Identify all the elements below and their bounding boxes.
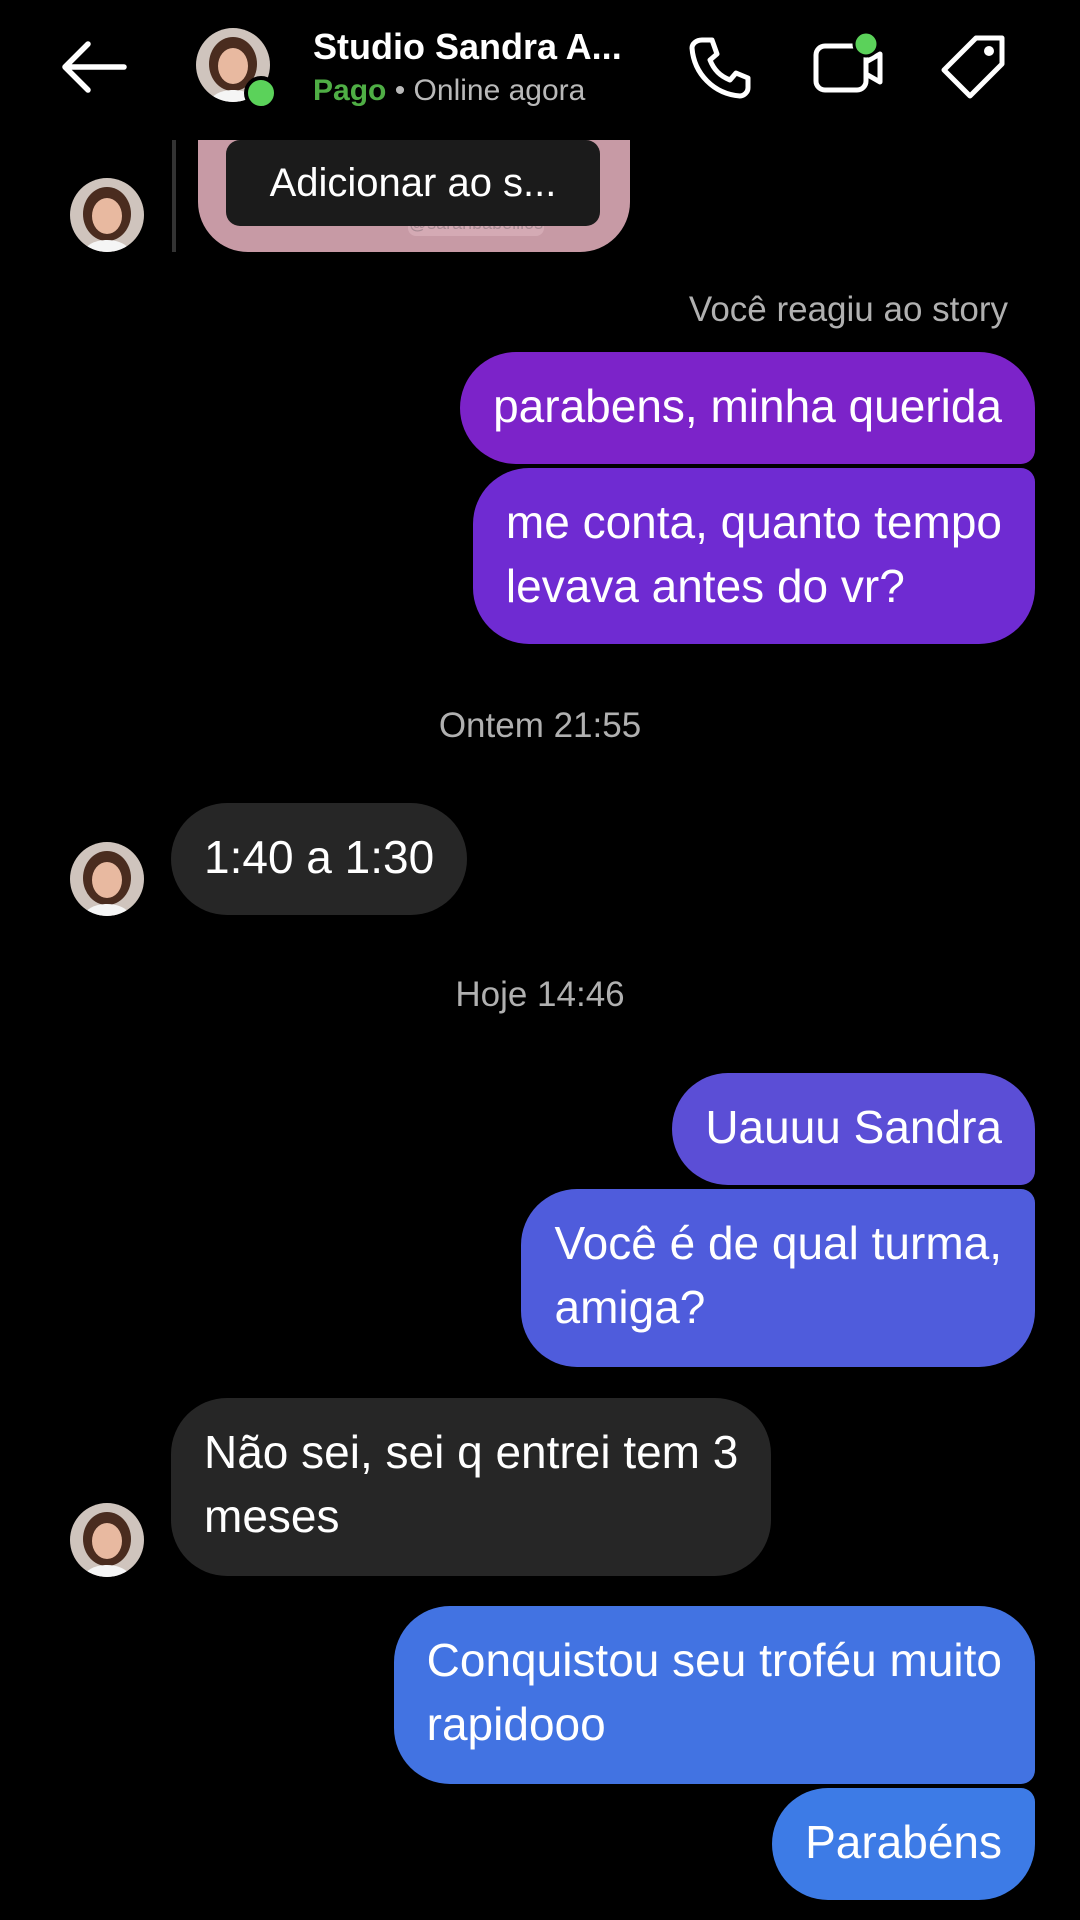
back-arrow-icon[interactable]: [58, 38, 130, 96]
message-line: amiga?: [554, 1281, 706, 1333]
message-line: Conquistou seu troféu muito: [426, 1634, 1002, 1686]
outgoing-message[interactable]: Parabéns: [772, 1788, 1035, 1900]
message-line: Uauuu Sandra: [705, 1101, 1002, 1153]
incoming-message[interactable]: 1:40 a 1:30: [171, 803, 468, 915]
message-line: Você é de qual turma,: [554, 1217, 1002, 1269]
message-line: parabens, minha querida: [493, 380, 1002, 432]
outgoing-message[interactable]: Conquistou seu troféu muito rapidooo: [393, 1606, 1035, 1784]
video-camera-icon[interactable]: [808, 30, 884, 106]
message-line: Não sei, sei q entrei tem 3: [204, 1426, 739, 1478]
message-line: Parabéns: [805, 1816, 1002, 1868]
story-reply-divider: [172, 138, 176, 252]
message-line: meses: [204, 1490, 340, 1542]
online-status-dot: [244, 76, 278, 110]
outgoing-message[interactable]: parabens, minha querida: [460, 352, 1035, 464]
online-status-text: Online agora: [413, 74, 586, 107]
contact-name[interactable]: Studio Sandra A...: [313, 26, 622, 68]
phone-icon[interactable]: [682, 30, 758, 106]
sender-avatar[interactable]: [70, 842, 144, 916]
timestamp-divider: Hoje 14:46: [455, 975, 625, 1014]
paid-label: Pago: [313, 74, 387, 107]
chat-screen: Studio Sandra A... Pago • Online agora A…: [0, 0, 1080, 1920]
message-line: 1:40 a 1:30: [204, 831, 435, 883]
message-line: levava antes do vr?: [505, 560, 905, 612]
sender-avatar[interactable]: [70, 1503, 144, 1577]
outgoing-message[interactable]: Uauuu Sandra: [672, 1073, 1035, 1185]
timestamp-divider: Ontem 21:55: [438, 706, 642, 745]
status-separator: •: [386, 74, 414, 107]
outgoing-message[interactable]: me conta, quanto tempo levava antes do v…: [472, 468, 1035, 644]
message-line: rapidooo: [426, 1698, 606, 1750]
outgoing-message[interactable]: Você é de qual turma, amiga?: [521, 1189, 1035, 1367]
sender-avatar[interactable]: [70, 178, 144, 252]
contact-status: Pago • Online agora: [313, 74, 585, 108]
chat-header: Studio Sandra A... Pago • Online agora: [0, 0, 1080, 140]
story-reaction-note: Você reagiu ao story: [688, 290, 1008, 329]
incoming-message[interactable]: Não sei, sei q entrei tem 3 meses: [171, 1398, 772, 1576]
story-preview-card[interactable]: @sarahbabeillos Adicionar ao s...: [198, 132, 630, 252]
message-line: me conta, quanto tempo: [505, 496, 1002, 548]
add-to-story-button[interactable]: Adicionar ao s...: [226, 140, 600, 226]
tag-icon[interactable]: [936, 30, 1012, 106]
